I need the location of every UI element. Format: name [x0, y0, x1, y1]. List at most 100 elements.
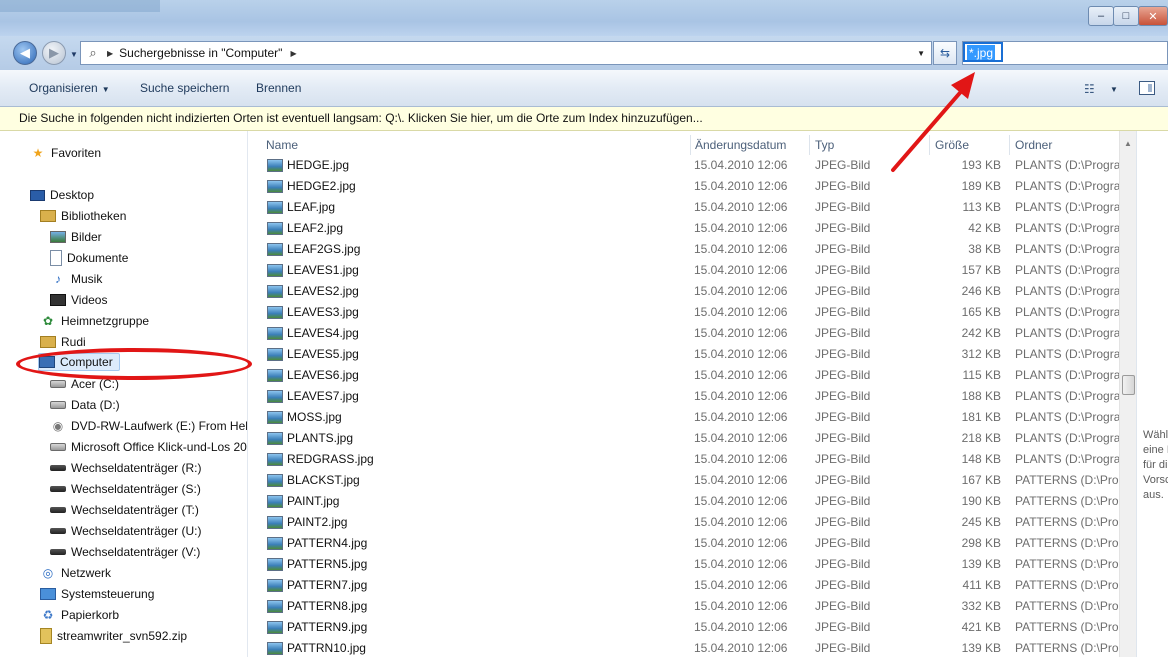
back-button[interactable]: ◀ — [13, 41, 37, 65]
table-row[interactable]: LEAVES5.jpg 15.04.2010 12:06 JPEG-Bild 312 … — [249, 344, 1119, 365]
nav-zip-file[interactable]: streamwriter_svn592.zip — [40, 627, 187, 645]
breadcrumb-chevron-icon[interactable]: ▶ — [107, 49, 113, 58]
table-row[interactable]: LEAVES2.jpg 15.04.2010 12:06 JPEG-Bild 246 … — [249, 281, 1119, 302]
table-row[interactable]: PAINT2.jpg 15.04.2010 12:06 JPEG-Bild 245 K… — [249, 512, 1119, 533]
file-name[interactable]: LEAVES7.jpg — [267, 389, 359, 403]
table-row[interactable]: LEAVES7.jpg 15.04.2010 12:06 JPEG-Bild 188 … — [249, 386, 1119, 407]
info-bar[interactable]: Die Suche in folgenden nicht indizierten… — [0, 107, 1168, 131]
file-name[interactable]: HEDGE.jpg — [267, 158, 349, 172]
table-row[interactable]: PATTERN8.jpg 15.04.2010 12:06 JPEG-Bild 332… — [249, 596, 1119, 617]
address-dropdown-icon[interactable]: ▼ — [917, 49, 925, 58]
forward-button[interactable]: ▶ — [42, 41, 66, 65]
table-row[interactable]: LEAVES3.jpg 15.04.2010 12:06 JPEG-Bild 165 … — [249, 302, 1119, 323]
table-row[interactable]: MOSS.jpg 15.04.2010 12:06 JPEG-Bild 181 KB P… — [249, 407, 1119, 428]
table-row[interactable]: HEDGE2.jpg 15.04.2010 12:06 JPEG-Bild 189 K… — [249, 176, 1119, 197]
table-row[interactable]: LEAF.jpg 15.04.2010 12:06 JPEG-Bild 113 KB P… — [249, 197, 1119, 218]
file-name[interactable]: HEDGE2.jpg — [267, 179, 356, 193]
file-name[interactable]: PAINT.jpg — [267, 494, 339, 508]
nav-control-panel[interactable]: Systemsteuerung — [40, 585, 154, 603]
nav-drive-d[interactable]: Data (D:) — [50, 396, 120, 414]
file-name[interactable]: REDGRASS.jpg — [267, 452, 374, 466]
table-row[interactable]: PAINT.jpg 15.04.2010 12:06 JPEG-Bild 190 KB… — [249, 491, 1119, 512]
maximize-button[interactable]: □ — [1113, 6, 1139, 26]
file-name[interactable]: PAINT2.jpg — [267, 515, 347, 529]
save-search-button[interactable]: Suche speichern — [140, 81, 229, 95]
column-header-date[interactable]: Änderungsdatum — [695, 138, 786, 152]
nav-pictures[interactable]: Bilder — [50, 228, 102, 246]
column-header-name[interactable]: Name — [266, 138, 298, 152]
column-header-type[interactable]: Typ — [815, 138, 834, 152]
file-name[interactable]: LEAVES4.jpg — [267, 326, 359, 340]
column-divider[interactable] — [690, 135, 691, 155]
table-row[interactable]: LEAVES6.jpg 15.04.2010 12:06 JPEG-Bild 115 … — [249, 365, 1119, 386]
file-name[interactable]: LEAF2.jpg — [267, 221, 343, 235]
file-name[interactable]: PATTERN9.jpg — [267, 620, 367, 634]
nav-drive-s[interactable]: Wechseldatenträger (S:) — [50, 480, 201, 498]
file-name[interactable]: LEAVES2.jpg — [267, 284, 359, 298]
column-divider[interactable] — [929, 135, 930, 155]
table-row[interactable]: PATTERN4.jpg 15.04.2010 12:06 JPEG-Bild 298… — [249, 533, 1119, 554]
nav-drive-r[interactable]: Wechseldatenträger (R:) — [50, 459, 202, 477]
history-dropdown-icon[interactable]: ▼ — [70, 50, 78, 59]
nav-drive-u[interactable]: Wechseldatenträger (U:) — [50, 522, 202, 540]
refresh-button[interactable]: ⇆ — [933, 41, 957, 65]
table-row[interactable]: REDGRASS.jpg 15.04.2010 12:06 JPEG-Bild 148… — [249, 449, 1119, 470]
table-row[interactable]: PATTERN7.jpg 15.04.2010 12:06 JPEG-Bild 411… — [249, 575, 1119, 596]
table-row[interactable]: PATTERN5.jpg 15.04.2010 12:06 JPEG-Bild 139… — [249, 554, 1119, 575]
nav-documents[interactable]: Dokumente — [50, 249, 128, 267]
file-name[interactable]: PATTERN7.jpg — [267, 578, 367, 592]
nav-user[interactable]: Rudi — [40, 333, 86, 351]
organize-button[interactable]: Organisieren ▼ — [29, 81, 110, 95]
table-row[interactable]: HEDGE.jpg 15.04.2010 12:06 JPEG-Bild 193 KB… — [249, 155, 1119, 176]
file-name[interactable]: PATTERN4.jpg — [267, 536, 367, 550]
file-name[interactable]: PLANTS.jpg — [267, 431, 353, 445]
file-name[interactable]: LEAF.jpg — [267, 200, 335, 214]
scroll-up-icon[interactable]: ▲ — [1124, 139, 1132, 148]
close-button[interactable]: ✕ — [1138, 6, 1168, 26]
table-row[interactable]: PATTERN9.jpg 15.04.2010 12:06 JPEG-Bild 421… — [249, 617, 1119, 638]
table-row[interactable]: LEAVES1.jpg 15.04.2010 12:06 JPEG-Bild 157 … — [249, 260, 1119, 281]
breadcrumb-chevron-icon[interactable]: ▶ — [290, 49, 296, 58]
preview-pane-icon[interactable] — [1139, 81, 1155, 95]
column-header-size[interactable]: Größe — [935, 138, 969, 152]
nav-favorites[interactable]: ★ Favoriten — [30, 144, 101, 162]
info-bar-text[interactable]: Die Suche in folgenden nicht indizierten… — [19, 111, 703, 125]
nav-music[interactable]: ♪ Musik — [50, 270, 102, 288]
nav-network[interactable]: ◎ Netzwerk — [40, 564, 111, 582]
nav-homegroup[interactable]: ✿ Heimnetzgruppe — [40, 312, 149, 330]
nav-drive-q[interactable]: Microsoft Office Klick-und-Los 2010 — [50, 438, 247, 456]
file-name[interactable]: BLACKST.jpg — [267, 473, 360, 487]
file-name[interactable]: LEAVES3.jpg — [267, 305, 359, 319]
nav-drive-t[interactable]: Wechseldatenträger (T:) — [50, 501, 199, 519]
breadcrumb[interactable]: Suchergebnisse in "Computer" — [119, 46, 282, 60]
burn-button[interactable]: Brennen — [256, 81, 301, 95]
column-divider[interactable] — [809, 135, 810, 155]
table-row[interactable]: PLANTS.jpg 15.04.2010 12:06 JPEG-Bild 218 K… — [249, 428, 1119, 449]
column-header-folder[interactable]: Ordner — [1015, 138, 1052, 152]
nav-drive-e[interactable]: ◉ DVD-RW-Laufwerk (E:) From Hell — [50, 417, 247, 435]
file-name[interactable]: LEAVES5.jpg — [267, 347, 359, 361]
file-name[interactable]: MOSS.jpg — [267, 410, 342, 424]
table-row[interactable]: LEAF2.jpg 15.04.2010 12:06 JPEG-Bild 42 KB P… — [249, 218, 1119, 239]
nav-libraries[interactable]: Bibliotheken — [40, 207, 126, 225]
minimize-button[interactable]: – — [1088, 6, 1114, 26]
view-dropdown-icon[interactable]: ▼ — [1110, 85, 1118, 94]
file-name[interactable]: PATTERN8.jpg — [267, 599, 367, 613]
file-name[interactable]: LEAF2GS.jpg — [267, 242, 360, 256]
column-divider[interactable] — [1009, 135, 1010, 155]
scrollbar-thumb[interactable] — [1122, 375, 1135, 395]
address-bar[interactable]: ⌕ ▶ Suchergebnisse in "Computer" ▶ ▼ — [80, 41, 932, 65]
table-row[interactable]: LEAVES4.jpg 15.04.2010 12:06 JPEG-Bild 242 … — [249, 323, 1119, 344]
file-name[interactable]: LEAVES6.jpg — [267, 368, 359, 382]
file-name[interactable]: PATTERN5.jpg — [267, 557, 367, 571]
file-name[interactable]: PATTRN10.jpg — [267, 641, 366, 655]
nav-recycle-bin[interactable]: ♻ Papierkorb — [40, 606, 119, 624]
table-row[interactable]: LEAF2GS.jpg 15.04.2010 12:06 JPEG-Bild 38 K… — [249, 239, 1119, 260]
nav-drive-v[interactable]: Wechseldatenträger (V:) — [50, 543, 200, 561]
vertical-scrollbar[interactable]: ▲ — [1119, 131, 1136, 657]
nav-desktop[interactable]: Desktop — [30, 186, 94, 204]
table-row[interactable]: BLACKST.jpg 15.04.2010 12:06 JPEG-Bild 167 … — [249, 470, 1119, 491]
table-row[interactable]: PATTRN10.jpg 15.04.2010 12:06 JPEG-Bild 139… — [249, 638, 1119, 657]
file-name[interactable]: LEAVES1.jpg — [267, 263, 359, 277]
nav-videos[interactable]: Videos — [50, 291, 107, 309]
